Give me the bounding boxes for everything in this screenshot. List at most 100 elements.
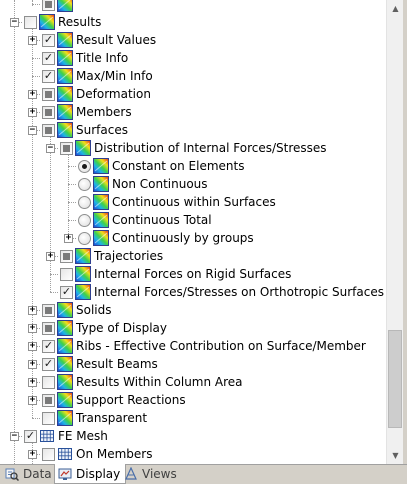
visibility-checkbox[interactable] xyxy=(42,304,55,317)
tree-node[interactable]: − Results xyxy=(0,13,386,31)
results-colorscale-icon xyxy=(75,140,91,156)
visibility-checkbox[interactable] xyxy=(42,0,55,11)
expand-icon[interactable]: + xyxy=(28,90,37,99)
results-colorscale-icon xyxy=(75,284,91,300)
visibility-checkbox[interactable] xyxy=(42,376,55,389)
results-colorscale-icon xyxy=(93,194,109,210)
visibility-checkbox[interactable] xyxy=(42,106,55,119)
arrow-up-icon: ▲ xyxy=(392,4,399,13)
tree-node[interactable]: + Results Within Column Area xyxy=(0,373,386,391)
tree-node[interactable]: − ✓ FE Mesh xyxy=(0,427,386,445)
tree-node-label: Deformation xyxy=(76,87,151,101)
tree-node-label: Continuous Total xyxy=(112,213,212,227)
partial-check-icon xyxy=(45,397,52,404)
collapse-icon[interactable]: − xyxy=(10,432,19,441)
expand-icon[interactable]: + xyxy=(28,360,37,369)
expand-icon[interactable]: + xyxy=(28,108,37,117)
tree-node[interactable]: ✓ Title Info xyxy=(0,49,386,67)
expand-icon[interactable]: + xyxy=(28,450,37,459)
visibility-checkbox[interactable] xyxy=(60,268,73,281)
scroll-up-button[interactable]: ▲ xyxy=(387,0,404,17)
expand-icon[interactable]: + xyxy=(28,306,37,315)
visibility-checkbox[interactable]: ✓ xyxy=(60,285,73,299)
tab-data[interactable]: Data xyxy=(2,465,57,483)
radio-button[interactable] xyxy=(78,232,91,245)
visibility-checkbox[interactable] xyxy=(60,142,73,155)
visibility-checkbox[interactable]: ✓ xyxy=(42,69,55,83)
display-navigator-tree[interactable]: − Results + ✓ Result Values ✓ Title Info ✓ Max/M… xyxy=(0,0,386,464)
tree-node[interactable]: Internal Forces on Rigid Surfaces xyxy=(0,265,386,283)
visibility-checkbox[interactable] xyxy=(42,448,55,461)
results-colorscale-icon xyxy=(57,356,73,372)
radio-button[interactable] xyxy=(78,178,91,191)
tree-node-label: Type of Display xyxy=(76,321,167,335)
tree-node[interactable]: + ✓ Result Beams xyxy=(0,355,386,373)
tree-node[interactable]: Transparent xyxy=(0,409,386,427)
fe-mesh-icon xyxy=(57,446,73,462)
tab-views[interactable]: Views xyxy=(121,465,182,483)
partial-check-icon xyxy=(63,253,70,260)
expand-icon[interactable]: + xyxy=(28,396,37,405)
visibility-checkbox[interactable] xyxy=(42,322,55,335)
tree-node-label: Surfaces xyxy=(76,123,128,137)
tree-node[interactable]: − Distribution of Internal Forces/Stresse… xyxy=(0,139,386,157)
visibility-checkbox[interactable]: ✓ xyxy=(42,33,55,47)
visibility-checkbox[interactable] xyxy=(42,88,55,101)
partial-check-icon xyxy=(45,127,52,134)
tree-node[interactable]: + Continuously by groups xyxy=(0,229,386,247)
expand-icon[interactable]: + xyxy=(64,234,73,243)
tree-node[interactable]: + Trajectories xyxy=(0,247,386,265)
tree-node[interactable]: + Type of Display xyxy=(0,319,386,337)
tree-connector xyxy=(68,220,76,221)
results-colorscale-icon xyxy=(57,32,73,48)
tree-node-label: Title Info xyxy=(76,51,129,65)
tree-node[interactable]: + ✓ Result Values xyxy=(0,31,386,49)
tree-node[interactable]: + Support Reactions xyxy=(0,391,386,409)
expand-icon[interactable]: + xyxy=(28,342,37,351)
tree-node[interactable]: + On Members xyxy=(0,445,386,463)
visibility-checkbox[interactable] xyxy=(42,124,55,137)
visibility-checkbox[interactable]: ✓ xyxy=(42,357,55,371)
tree-node-label: Support Reactions xyxy=(76,393,186,407)
tree-node[interactable]: Continuous Total xyxy=(0,211,386,229)
tree-node[interactable]: Constant on Elements xyxy=(0,157,386,175)
visibility-checkbox[interactable]: ✓ xyxy=(42,339,55,353)
results-colorscale-icon xyxy=(57,68,73,84)
tree-node[interactable]: Non Continuous xyxy=(0,175,386,193)
visibility-checkbox[interactable] xyxy=(42,412,55,425)
vertical-scrollbar[interactable]: ▲ ▼ xyxy=(386,0,404,464)
expand-icon[interactable]: + xyxy=(28,36,37,45)
tree-node[interactable]: + Solids xyxy=(0,301,386,319)
tree-node[interactable]: Continuous within Surfaces xyxy=(0,193,386,211)
tree-node-label: Result Beams xyxy=(76,357,158,371)
tree-node[interactable]: ✓ Max/Min Info xyxy=(0,67,386,85)
collapse-icon[interactable]: − xyxy=(46,144,55,153)
results-colorscale-icon xyxy=(57,374,73,390)
expand-icon[interactable]: + xyxy=(28,324,37,333)
expand-icon[interactable]: + xyxy=(46,252,55,261)
tree-node-label: Continuous within Surfaces xyxy=(112,195,276,209)
collapse-icon[interactable]: − xyxy=(28,126,37,135)
visibility-checkbox[interactable] xyxy=(42,394,55,407)
radio-button[interactable] xyxy=(78,214,91,227)
visibility-checkbox[interactable]: ✓ xyxy=(24,429,37,443)
tree-node-label: Non Continuous xyxy=(112,177,208,191)
radio-button[interactable] xyxy=(78,196,91,209)
tree-node[interactable] xyxy=(0,0,386,13)
tree-node[interactable]: + ✓ Ribs - Effective Contribution on Surfa… xyxy=(0,337,386,355)
visibility-checkbox[interactable] xyxy=(60,250,73,263)
scroll-thumb[interactable] xyxy=(388,330,402,428)
expand-icon[interactable]: + xyxy=(28,378,37,387)
collapse-icon[interactable]: − xyxy=(10,18,19,27)
tree-node[interactable]: ✓ Internal Forces/Stresses on Orthotropic… xyxy=(0,283,386,301)
tree-node[interactable]: + Deformation xyxy=(0,85,386,103)
results-colorscale-icon xyxy=(57,320,73,336)
scroll-down-button[interactable]: ▼ xyxy=(387,447,404,464)
radio-button[interactable] xyxy=(78,160,91,173)
tab-display[interactable]: Display xyxy=(54,464,127,484)
visibility-checkbox[interactable] xyxy=(24,16,37,29)
tree-node[interactable]: − Surfaces xyxy=(0,121,386,139)
visibility-checkbox[interactable]: ✓ xyxy=(42,51,55,65)
tree-node-label: Ribs - Effective Contribution on Surface… xyxy=(76,339,366,353)
tree-node[interactable]: + Members xyxy=(0,103,386,121)
